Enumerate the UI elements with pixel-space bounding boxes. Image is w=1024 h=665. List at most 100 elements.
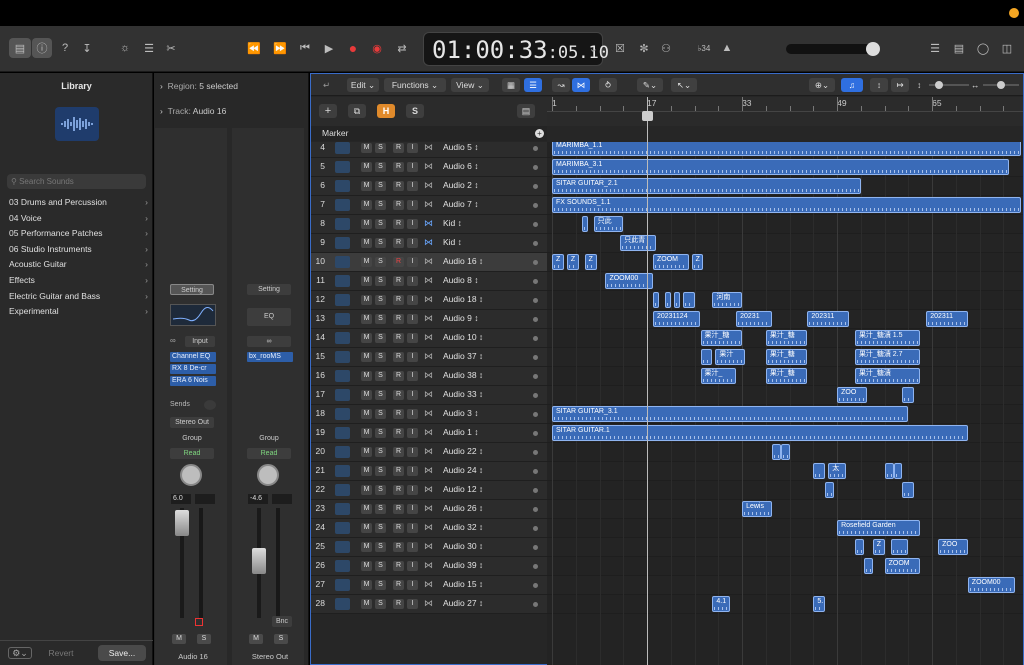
- flex-icon[interactable]: ⋈: [424, 370, 433, 381]
- link-icon[interactable]: ∞: [247, 336, 291, 347]
- audio-region[interactable]: Z: [872, 539, 885, 555]
- audio-region[interactable]: 果汁_糖: [765, 368, 808, 384]
- audio-region[interactable]: SITAR GUITAR_3.1: [552, 406, 909, 422]
- audio-region[interactable]: FX SOUNDS_1.1: [552, 197, 1022, 213]
- volume-fader-cap[interactable]: [175, 510, 189, 536]
- solo-button[interactable]: S: [375, 295, 386, 305]
- automation-read-button[interactable]: Read: [247, 448, 291, 459]
- pan-knob[interactable]: [180, 464, 202, 486]
- solo-button[interactable]: S: [375, 542, 386, 552]
- track-name[interactable]: Audio 30 ↕: [443, 541, 483, 551]
- record-enable-button[interactable]: R: [393, 162, 404, 172]
- flex-icon[interactable]: ⋈: [424, 598, 433, 609]
- audio-region[interactable]: [902, 387, 915, 403]
- track-header[interactable]: 9 M S R I ⋈ Kid ↕: [311, 234, 547, 253]
- track-lane[interactable]: [547, 519, 1023, 538]
- track-header[interactable]: 26 M S R I ⋈ Audio 39 ↕: [311, 557, 547, 576]
- group-button[interactable]: Group: [247, 433, 291, 444]
- record-enable-button[interactable]: R: [393, 314, 404, 324]
- input-monitor-button[interactable]: I: [407, 200, 418, 210]
- mute-button[interactable]: M: [361, 352, 372, 362]
- input-monitor-button[interactable]: I: [407, 409, 418, 419]
- audio-region[interactable]: [890, 539, 909, 555]
- edit-menu[interactable]: Edit ⌄: [347, 78, 379, 92]
- mute-button[interactable]: M: [361, 542, 372, 552]
- solo-button[interactable]: S: [375, 276, 386, 286]
- plugin-slot[interactable]: Channel EQ: [170, 352, 216, 362]
- input-monitor-button[interactable]: I: [407, 523, 418, 533]
- automation-read-button[interactable]: Read: [170, 448, 214, 459]
- flex-icon[interactable]: ⋈: [424, 161, 433, 172]
- solo-button[interactable]: S: [375, 314, 386, 324]
- audio-region[interactable]: [700, 349, 713, 365]
- audio-region[interactable]: Z: [691, 254, 704, 270]
- audio-region[interactable]: [581, 216, 588, 232]
- track-header[interactable]: 21 M S R I ⋈ Audio 24 ↕: [311, 462, 547, 481]
- track-name[interactable]: Audio 18 ↕: [443, 294, 483, 304]
- track-header[interactable]: 18 M S R I ⋈ Audio 3 ↕: [311, 405, 547, 424]
- list-view-icon[interactable]: ☰: [524, 78, 542, 92]
- notepad-icon[interactable]: ▤: [950, 38, 968, 58]
- count-in-icon[interactable]: ☒: [612, 38, 628, 58]
- track-header[interactable]: 13 M S R I ⋈ Audio 9 ↕: [311, 310, 547, 329]
- mute-button[interactable]: M: [361, 143, 372, 153]
- input-monitor-button[interactable]: I: [407, 295, 418, 305]
- track-lane[interactable]: [547, 481, 1023, 500]
- record-enable-button[interactable]: R: [393, 371, 404, 381]
- audio-region[interactable]: [682, 292, 695, 308]
- setting-button[interactable]: Setting: [170, 284, 214, 295]
- input-monitor-button[interactable]: I: [407, 276, 418, 286]
- metronome-icon[interactable]: ⚇: [658, 38, 674, 58]
- audio-region[interactable]: 20231: [736, 311, 772, 327]
- audio-region[interactable]: 果汁_糖漬 1.5: [854, 330, 921, 346]
- solo-button[interactable]: S: [375, 371, 386, 381]
- library-item[interactable]: Experimental ›: [9, 304, 152, 319]
- audio-region[interactable]: [664, 292, 671, 308]
- forward-icon[interactable]: ⏩: [270, 38, 290, 58]
- plugin-slot[interactable]: ERA 6 Nois: [170, 376, 216, 386]
- track-name[interactable]: Audio 12 ↕: [443, 484, 483, 494]
- mute-button[interactable]: M: [361, 314, 372, 324]
- library-item[interactable]: Effects ›: [9, 273, 152, 288]
- track-lane[interactable]: [547, 500, 1023, 519]
- tuner-icon[interactable]: ✼: [636, 38, 652, 58]
- track-header[interactable]: 14 M S R I ⋈ Audio 10 ↕: [311, 329, 547, 348]
- flex-icon[interactable]: ⋈: [424, 541, 433, 552]
- track-name[interactable]: Audio 7 ↕: [443, 199, 478, 209]
- save-button[interactable]: Save...: [98, 645, 146, 661]
- plugin-slot[interactable]: RX 8 De-cr: [170, 364, 216, 374]
- record-enable-button[interactable]: R: [393, 523, 404, 533]
- mute-button[interactable]: M: [361, 561, 372, 571]
- list-icon[interactable]: ☰: [926, 38, 944, 58]
- library-item[interactable]: 05 Performance Patches ›: [9, 226, 152, 241]
- vertical-zoom-slider[interactable]: [929, 81, 969, 89]
- library-item[interactable]: 04 Voice ›: [9, 211, 152, 226]
- flex-time-icon[interactable]: ⋈: [572, 78, 590, 92]
- global-tracks-icon[interactable]: ▤: [517, 104, 535, 118]
- solo-button[interactable]: S: [375, 257, 386, 267]
- input-monitor-button[interactable]: I: [407, 447, 418, 457]
- input-monitor-button[interactable]: I: [407, 485, 418, 495]
- horizontal-fit-icon[interactable]: ↦: [891, 78, 909, 92]
- track-header[interactable]: 15 M S R I ⋈ Audio 37 ↕: [311, 348, 547, 367]
- flex-icon[interactable]: ⋈: [424, 446, 433, 457]
- track-header[interactable]: 20 M S R I ⋈ Audio 22 ↕: [311, 443, 547, 462]
- action-menu-button[interactable]: ⚙⌄: [8, 647, 32, 659]
- mute-button[interactable]: M: [361, 504, 372, 514]
- solo-button[interactable]: S: [375, 428, 386, 438]
- link-icon[interactable]: ∞: [170, 336, 182, 346]
- audio-region[interactable]: [780, 444, 790, 460]
- solo-button[interactable]: S: [375, 485, 386, 495]
- track-name[interactable]: Audio 38 ↕: [443, 370, 483, 380]
- mute-button[interactable]: M: [361, 466, 372, 476]
- audio-region[interactable]: [854, 539, 864, 555]
- library-item[interactable]: Electric Guitar and Bass ›: [9, 289, 152, 304]
- rewind-icon[interactable]: ⏪: [244, 38, 264, 58]
- audio-region[interactable]: Z: [566, 254, 579, 270]
- solo-button[interactable]: S: [375, 162, 386, 172]
- track-header[interactable]: 24 M S R I ⋈ Audio 32 ↕: [311, 519, 547, 538]
- track-inspector-header[interactable]: › Track: Audio 16: [160, 104, 226, 118]
- mute-button[interactable]: M: [249, 634, 263, 644]
- track-header[interactable]: 4 M S R I ⋈ Audio 5 ↕: [311, 142, 547, 158]
- solo-button[interactable]: S: [375, 466, 386, 476]
